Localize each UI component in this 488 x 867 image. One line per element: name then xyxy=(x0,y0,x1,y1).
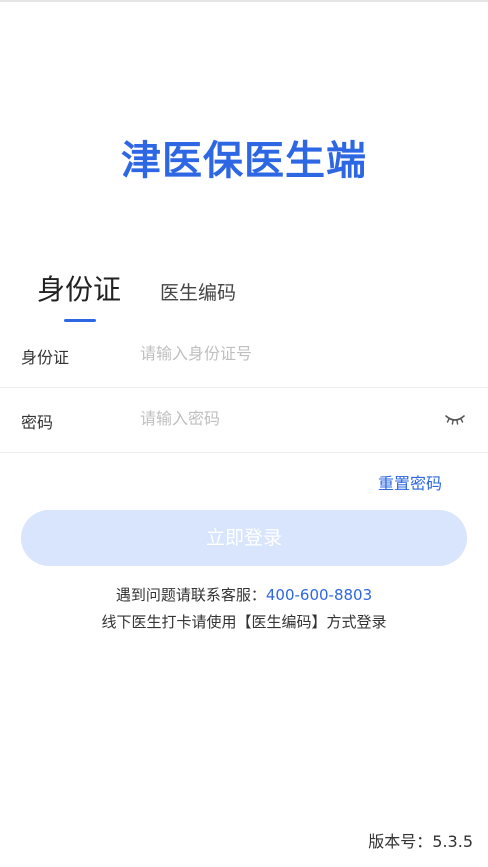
id-card-row: 身份证 xyxy=(0,322,488,388)
id-card-label: 身份证 xyxy=(21,348,70,367)
hotline-link[interactable]: 400-600-8803 xyxy=(266,586,372,604)
tab-doctor-code[interactable]: 医生编码 xyxy=(160,278,236,305)
login-button[interactable]: 立即登录 xyxy=(21,510,467,566)
password-input[interactable] xyxy=(140,403,430,433)
reset-password-link[interactable]: 重置密码 xyxy=(378,470,442,494)
password-label: 密码 xyxy=(21,413,54,432)
version-label: 版本号：5.3.5 xyxy=(368,832,473,851)
eye-closed-icon[interactable] xyxy=(444,409,466,429)
id-card-input[interactable] xyxy=(140,338,430,368)
login-method-tabs: 身份证 医生编码 xyxy=(0,268,488,324)
app-title: 津医保医生端 xyxy=(121,138,367,184)
offline-login-note: 线下医生打卡请使用【医生编码】方式登录 xyxy=(101,613,387,631)
help-text: 遇到问题请联系客服： xyxy=(115,586,266,604)
tab-id-card[interactable]: 身份证 xyxy=(37,268,121,308)
help-line: 遇到问题请联系客服：400-600-8803 xyxy=(0,584,488,605)
password-row: 密码 xyxy=(0,387,488,453)
top-edge-divider xyxy=(0,0,488,2)
